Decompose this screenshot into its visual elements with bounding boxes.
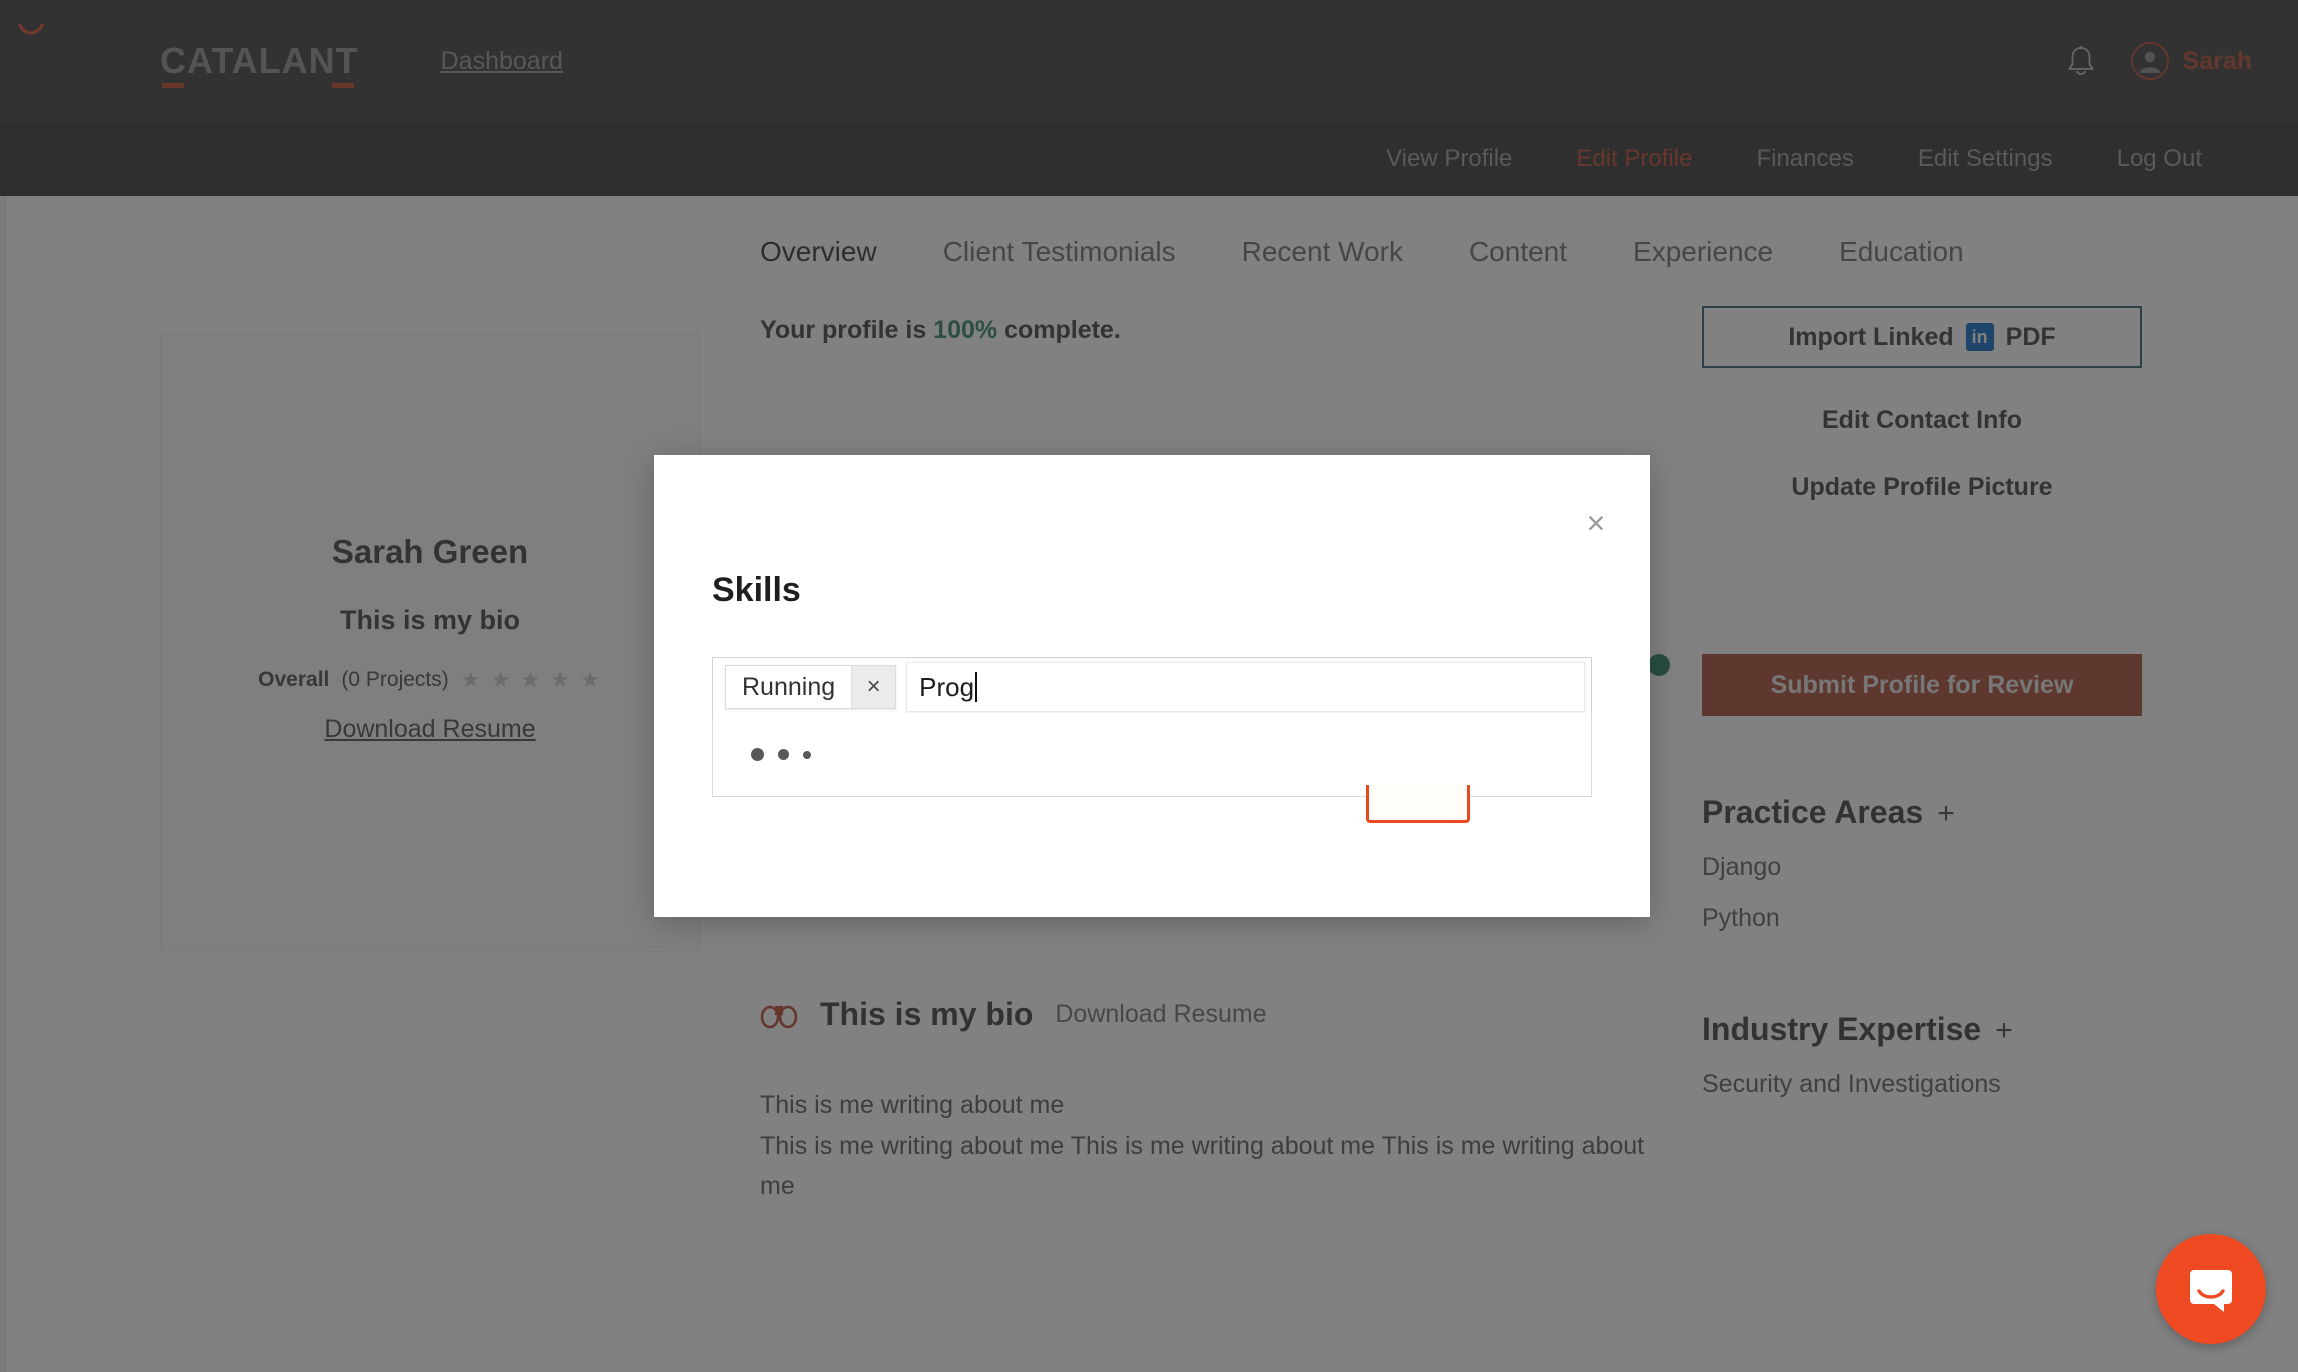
skills-modal: × Skills Running × Prog bbox=[654, 455, 1650, 917]
intercom-chat-icon[interactable] bbox=[2156, 1234, 2266, 1344]
skills-search-input[interactable]: Prog bbox=[906, 662, 1585, 712]
remove-token-icon[interactable]: × bbox=[851, 666, 896, 708]
skill-token: Running × bbox=[725, 665, 897, 709]
loading-dots-icon bbox=[751, 748, 811, 761]
skills-token-field[interactable]: Running × Prog bbox=[712, 657, 1592, 717]
modal-primary-action-button[interactable] bbox=[1366, 785, 1470, 823]
close-icon[interactable]: × bbox=[1576, 503, 1616, 543]
text-cursor bbox=[975, 672, 978, 702]
skills-search-input-value: Prog bbox=[919, 671, 975, 702]
skill-token-label: Running bbox=[742, 672, 836, 701]
modal-title: Skills bbox=[712, 571, 801, 609]
